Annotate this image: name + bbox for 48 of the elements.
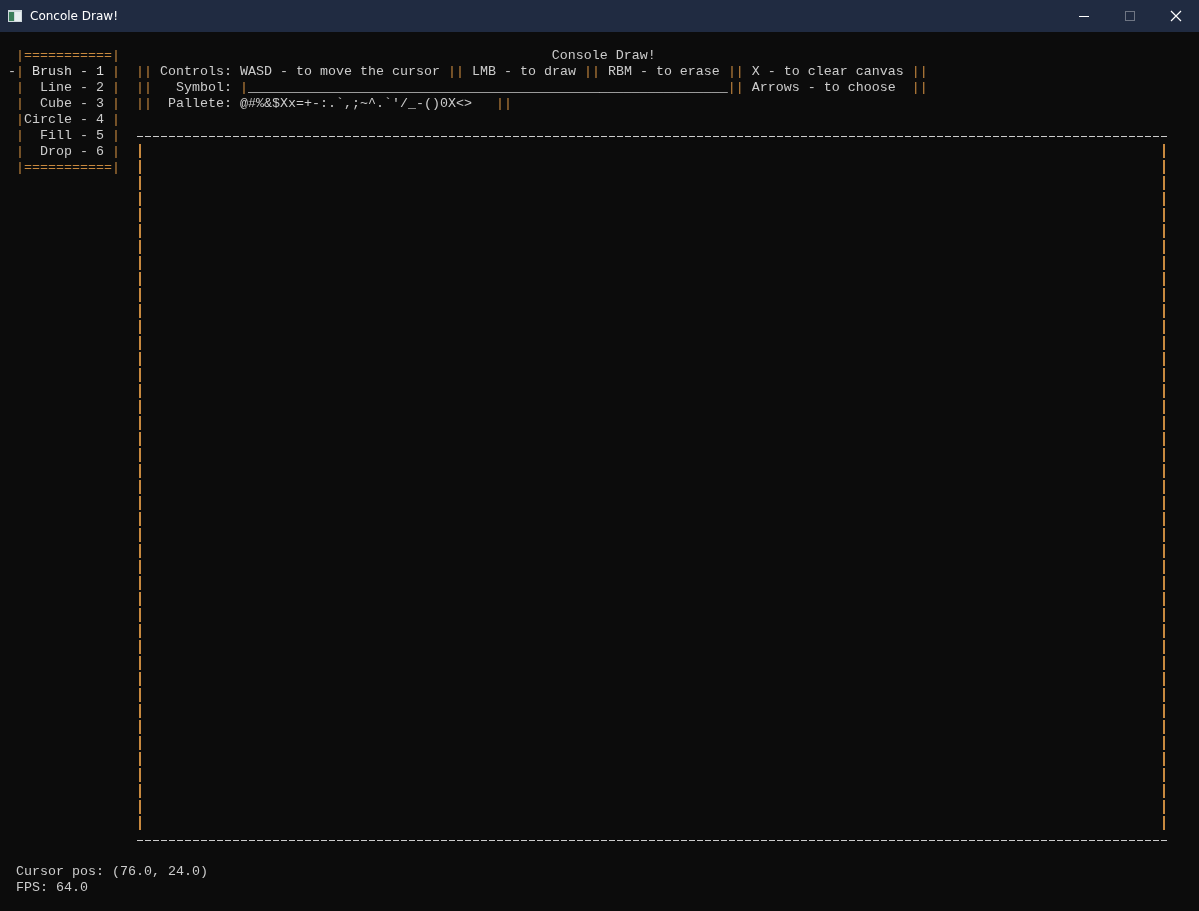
frame-border: || [135,80,152,96]
help-text: Pallete: [166,96,233,112]
selection-marker: - [8,64,16,79]
frame-border: || [911,80,928,96]
close-icon [1170,10,1182,22]
maximize-icon [1125,11,1135,21]
frame-border: |===========| [16,160,120,176]
frame-border: | [239,80,248,96]
frame-border: | [111,80,120,96]
cursor-position-text: Cursor pos: (76.0, 24.0) [16,864,208,880]
help-text: RBM - to erase [606,64,721,80]
fps-text: FPS: 64.0 [16,880,88,896]
frame-border: | [16,64,24,80]
frame-border: | [16,144,24,160]
console-window-icon [8,10,22,22]
frame-border: | [111,112,120,128]
frame-border: || [135,96,152,112]
frame-border: || [727,64,744,80]
frame-border: || [135,64,152,80]
frame-border: || [447,64,464,80]
help-text: @#%&$Xx=+-:.`,;~^.`'/_-()0X<> [239,96,473,112]
fill-in-line: ____________________________________________________________ [247,80,728,96]
tool-item: Brush - 1 [32,64,104,80]
help-text: X - to clear canvas [750,64,905,80]
frame-border: | [16,96,24,112]
frame-border: | [111,96,120,112]
tool-item: Cube - 3 [39,96,104,112]
help-text: Arrows - to choose [750,80,897,96]
help-text: Symbol: [174,80,233,96]
frame-border: | [16,128,24,144]
tool-item: Fill - 5 [39,128,104,144]
tool-item: Circle - 4 [24,112,104,128]
app-heading: Console Draw! [551,48,656,64]
help-text: LMB - to draw [470,64,577,80]
frame-border: |===========| [16,48,120,64]
frame-border: || [727,80,744,96]
frame-border: | [111,64,120,80]
frame-border: | [16,112,24,128]
help-text: Controls: WASD - to move the cursor [158,64,441,80]
tool-item: Drop - 6 [39,144,104,160]
frame-border: || [583,64,600,80]
window-title: Concole Draw! [30,9,118,23]
tool-item: Line - 2 [39,80,104,96]
frame-border: || [495,96,512,112]
frame-border: || [911,64,928,80]
frame-border: | [111,144,120,160]
frame-border: | [16,80,24,96]
frame-border: | [111,128,120,144]
